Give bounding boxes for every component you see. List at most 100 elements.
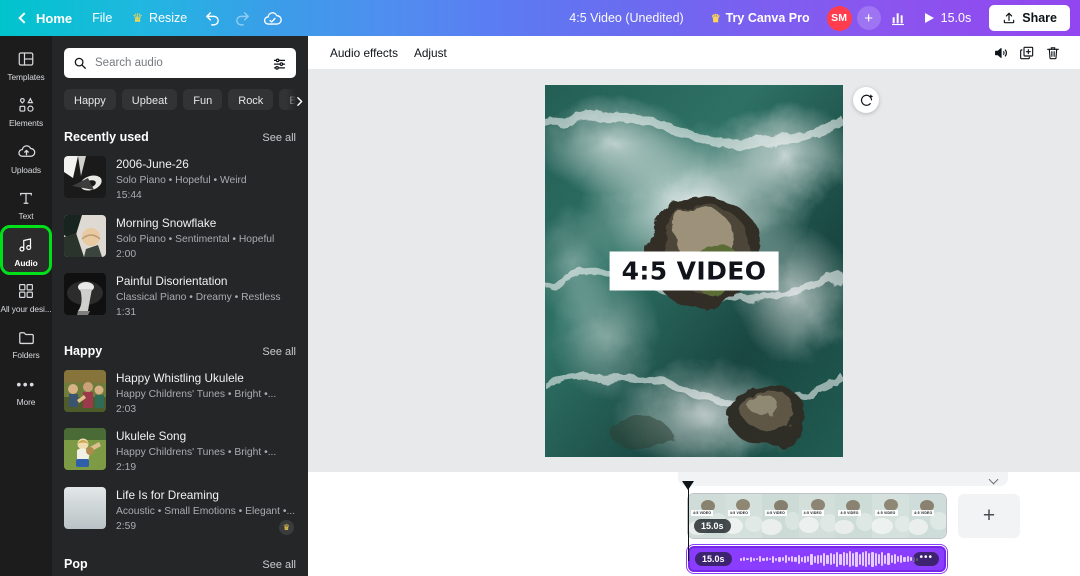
crown-icon: ♛ (710, 12, 721, 25)
text-t-icon (16, 188, 36, 208)
track-tags: Classical Piano • Dreamy • Restless (116, 292, 281, 304)
frame-label: 4:5 VIDEO (801, 510, 824, 516)
insights-button[interactable] (883, 4, 913, 32)
list-item[interactable]: Morning Snowflake Solo Piano • Sentiment… (64, 209, 296, 268)
redo-button[interactable] (227, 4, 257, 32)
sidebar-item-more[interactable]: ••• More (3, 367, 49, 411)
sidebar-item-elements[interactable]: Elements (3, 88, 49, 132)
magnifier-icon (74, 57, 86, 69)
add-page-button[interactable]: + (958, 494, 1020, 538)
timeline-expand-bar[interactable] (678, 472, 1008, 486)
chip-happy[interactable]: Happy (64, 89, 116, 111)
search-section (52, 36, 308, 78)
see-all-link[interactable]: See all (262, 346, 296, 358)
resize-button[interactable]: ♛ Resize (122, 6, 197, 30)
preview-play-button[interactable]: 15.0s (915, 6, 982, 30)
page-wrap: 4:5 VIDEO (545, 85, 879, 457)
animate-button[interactable] (853, 87, 879, 113)
crown-icon: ♛ (132, 11, 144, 25)
design-page[interactable]: 4:5 VIDEO (545, 85, 843, 457)
search-box[interactable] (64, 48, 296, 78)
frame-label: 4:5 VIDEO (764, 510, 787, 516)
video-frame: 4:5 VIDEO (872, 494, 910, 538)
sidebar-item-uploads[interactable]: Uploads (3, 135, 49, 179)
track-meta: 2006-June-26 Solo Piano • Hopeful • Weir… (116, 156, 296, 203)
chip-fun[interactable]: Fun (183, 89, 223, 111)
sidebar-item-label: Audio (14, 257, 38, 268)
list-item[interactable]: Ukulele Song Happy Childrens' Tunes • Br… (64, 422, 296, 481)
try-canva-pro-button[interactable]: ♛ Try Canva Pro (700, 5, 821, 31)
album-art-image (64, 273, 106, 316)
track-meta: Ukulele Song Happy Childrens' Tunes • Br… (116, 428, 296, 475)
sidebar-item-audio[interactable]: Audio (0, 224, 52, 276)
album-art (64, 156, 106, 199)
track-name: Painful Disorientation (116, 274, 228, 289)
track-duration: 2:03 (116, 403, 137, 415)
track-meta: Morning Snowflake Solo Piano • Sentiment… (116, 215, 296, 262)
track-list-scroll[interactable]: Recently used See all 2006-June-26 Solo … (52, 122, 308, 576)
sliders-icon[interactable] (272, 56, 287, 71)
sidebar-item-templates[interactable]: Templates (3, 42, 49, 86)
video-clip[interactable]: 4:5 VIDEO 4:5 VIDEO 4:5 VIDEO 4:5 VIDEO … (687, 493, 947, 539)
see-all-link[interactable]: See all (262, 559, 296, 571)
audio-more-button[interactable]: ••• (913, 552, 939, 566)
delete-button[interactable] (1040, 40, 1066, 66)
track-name: Morning Snowflake (116, 215, 217, 230)
file-label: File (92, 11, 113, 25)
list-item[interactable]: Happy Whistling Ukulele Happy Childrens'… (64, 364, 296, 423)
sidebar-item-text[interactable]: Text (3, 181, 49, 225)
frame-label: 4:5 VIDEO (727, 510, 751, 516)
see-all-link[interactable]: See all (262, 132, 296, 144)
home-label: Home (36, 10, 73, 26)
chevron-left-icon (18, 12, 30, 24)
list-item[interactable]: Painful Disorientation Classical Piano •… (64, 267, 296, 326)
album-art-image (64, 156, 106, 199)
frame-thumb (798, 494, 836, 538)
list-item[interactable]: 2006-June-26 Solo Piano • Hopeful • Weir… (64, 150, 296, 209)
sidebar-item-label: Templates (7, 72, 45, 82)
video-frame: 4:5 VIDEO (724, 494, 762, 538)
cloud-saved-button[interactable] (257, 4, 287, 32)
left-rail: Templates Elements Uploads Text Audio Al… (0, 36, 52, 576)
avatar[interactable]: SM (826, 5, 852, 31)
chip-rock[interactable]: Rock (228, 89, 274, 111)
tab-adjust[interactable]: Adjust (406, 41, 455, 65)
document-title[interactable]: 4:5 Video (Unedited) (559, 6, 693, 30)
chip-upbeat[interactable]: Upbeat (121, 89, 178, 111)
track-name: 2006-June-26 (116, 157, 189, 172)
home-button[interactable]: Home (10, 6, 82, 31)
filter-chips-row: Happy Upbeat Fun Rock Birthday (52, 78, 308, 111)
volume-button[interactable] (988, 40, 1014, 66)
track-tags: Happy Childrens' Tunes • Bright •... (116, 388, 277, 400)
uploads-cloud-icon (16, 142, 36, 162)
video-duration-badge: 15.0s (694, 519, 731, 533)
search-input[interactable] (95, 57, 264, 69)
album-art-image (64, 214, 106, 257)
file-menu-button[interactable]: File (82, 6, 122, 30)
sidebar-item-folders[interactable]: Folders (3, 320, 49, 364)
tab-audio-effects[interactable]: Audio effects (322, 41, 406, 65)
animate-refresh-icon (860, 94, 873, 106)
list-item[interactable]: Life Is for Dreaming Acoustic • Small Em… (64, 481, 296, 540)
chips-next-button[interactable] (286, 89, 308, 111)
sidebar-item-label: Elements (8, 118, 44, 129)
frame-thumb (761, 494, 799, 538)
grid-squares-icon (16, 281, 36, 301)
album-art (64, 428, 106, 471)
undo-button[interactable] (197, 4, 227, 32)
duplicate-button[interactable] (1014, 40, 1040, 66)
try-pro-label: Try Canva Pro (725, 11, 810, 25)
share-upload-icon (1004, 12, 1015, 24)
add-collaborator-button[interactable]: + (856, 6, 881, 30)
section-header-pop: Pop See all (64, 557, 296, 571)
bar-chart-icon (891, 13, 904, 26)
album-art (64, 369, 106, 412)
audio-clip[interactable]: 15.0s ••• (685, 543, 949, 575)
canvas-area[interactable]: 4:5 VIDEO (308, 70, 1080, 472)
sidebar-item-all-your-designs[interactable]: All your desi... (1, 274, 52, 318)
section-header-happy: Happy See all (64, 344, 296, 358)
text-element[interactable]: 4:5 VIDEO (609, 251, 779, 291)
speaker-volume-icon (995, 47, 1007, 58)
share-button[interactable]: Share (989, 5, 1070, 31)
frame-thumb (724, 494, 762, 538)
